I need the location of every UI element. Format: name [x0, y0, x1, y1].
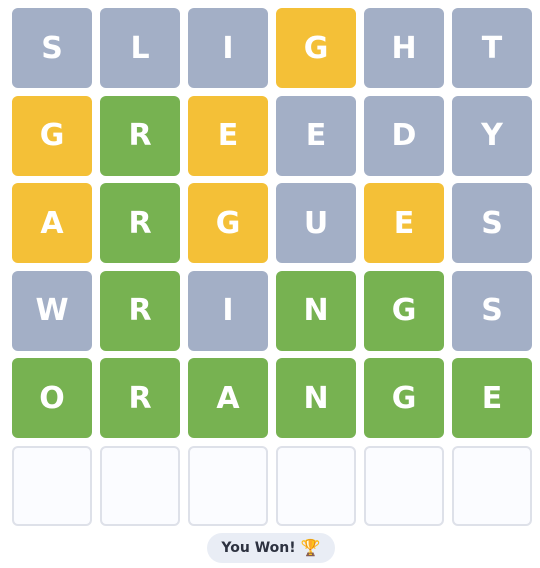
tile-r2-c3: E	[188, 95, 268, 176]
tile-r3-c2: R	[100, 183, 180, 263]
tile-r1-c4: G	[276, 8, 356, 88]
tile-r3-c6: S	[452, 183, 532, 263]
trophy-icon: 🏆	[300, 538, 321, 557]
tile-r4-c5: G	[364, 270, 444, 351]
tile-r2-c2: R	[100, 95, 180, 176]
tile-r5-c3: A	[188, 358, 268, 438]
tile-r4-c1: W	[12, 270, 92, 351]
tile-r3-c3: G	[188, 183, 268, 263]
tile-r6-c1	[12, 445, 92, 526]
tile-r1-c3: I	[188, 8, 268, 88]
tile-r6-c5	[364, 445, 444, 526]
tile-r5-c5: G	[364, 358, 444, 438]
tile-r2-c5: D	[364, 95, 444, 176]
tile-r1-c6: T	[452, 8, 532, 88]
tile-r3-c1: A	[12, 183, 92, 263]
win-status-badge: You Won! 🏆	[207, 533, 335, 563]
tile-r5-c6: E	[452, 358, 532, 438]
game-board: S L I G H T G R E E D Y A R G U E S W R …	[12, 8, 532, 526]
tile-r6-c2	[100, 445, 180, 526]
tile-r4-c2: R	[100, 270, 180, 351]
status-text: You Won!	[221, 540, 296, 556]
tile-r5-c4: N	[276, 358, 356, 438]
tile-r1-c5: H	[364, 8, 444, 88]
tile-r4-c4: N	[276, 270, 356, 351]
tile-r5-c1: O	[12, 358, 92, 438]
tile-r6-c4	[276, 445, 356, 526]
tile-r4-c6: S	[452, 270, 532, 351]
tile-r6-c3	[188, 445, 268, 526]
tile-r1-c1: S	[12, 8, 92, 88]
tile-r4-c3: I	[188, 270, 268, 351]
tile-r6-c6	[452, 445, 532, 526]
tile-r2-c4: E	[276, 95, 356, 176]
tile-r2-c6: Y	[452, 95, 532, 176]
tile-r1-c2: L	[100, 8, 180, 88]
tile-r3-c5: E	[364, 183, 444, 263]
tile-r2-c1: G	[12, 95, 92, 176]
tile-r3-c4: U	[276, 183, 356, 263]
tile-r5-c2: R	[100, 358, 180, 438]
